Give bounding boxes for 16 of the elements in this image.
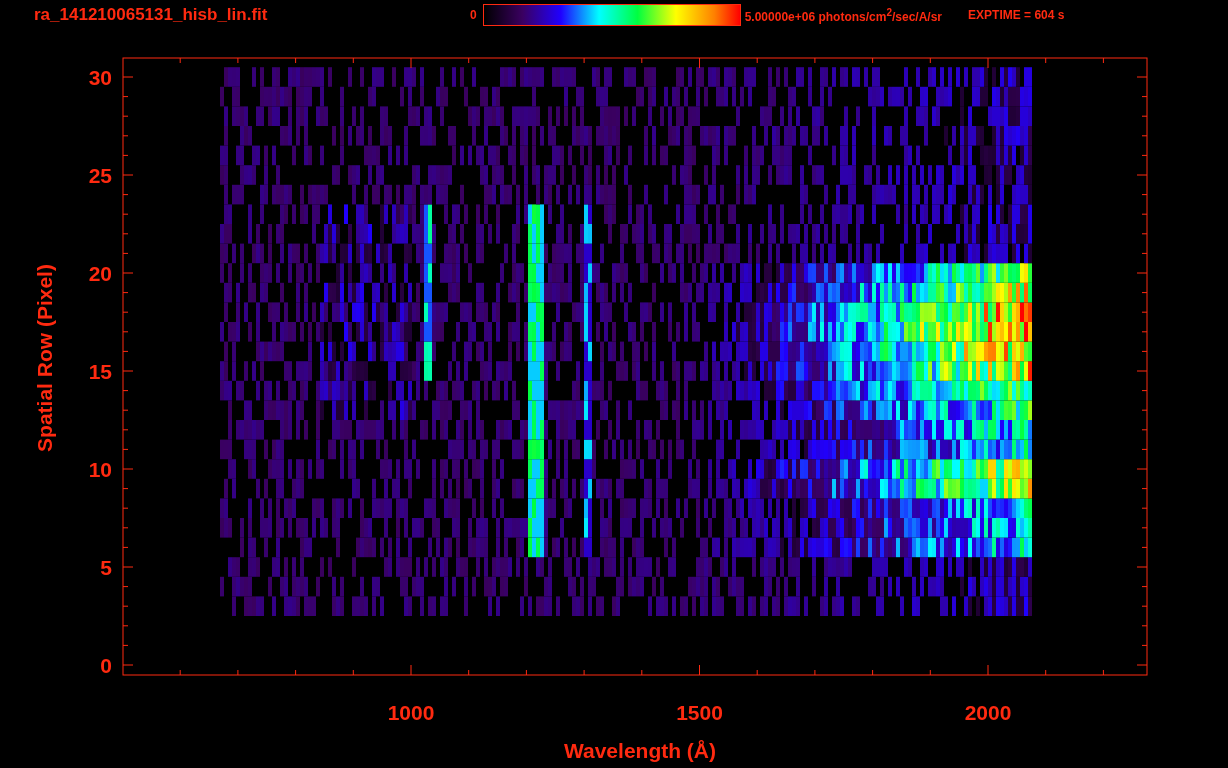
y-tick-label: 20 (88, 262, 112, 285)
y-tick-label: 5 (100, 556, 112, 579)
y-axis-title: Spatial Row (Pixel) (33, 264, 56, 452)
y-tick-label: 10 (88, 458, 112, 481)
exposure-time: EXPTIME = 604 s (968, 8, 1065, 22)
y-tick-label: 15 (88, 360, 112, 383)
y-tick-label: 25 (88, 164, 112, 187)
colorbar-max-label: 5.00000e+06 photons/cm$^{2}$/sec/A/sr (744, 6, 943, 24)
file-title: ra_141210065131_hisb_lin.fit (34, 5, 269, 25)
x-tick-label: 2000 (964, 701, 1012, 724)
x-tick-label: 1000 (387, 701, 435, 724)
colorbar-min-label: 0 (470, 8, 477, 22)
y-tick-label: 30 (88, 66, 112, 89)
x-axis-title: Wavelength (Å) (563, 739, 717, 762)
y-tick-label: 0 (100, 654, 112, 677)
x-tick-label: 1500 (676, 701, 723, 724)
